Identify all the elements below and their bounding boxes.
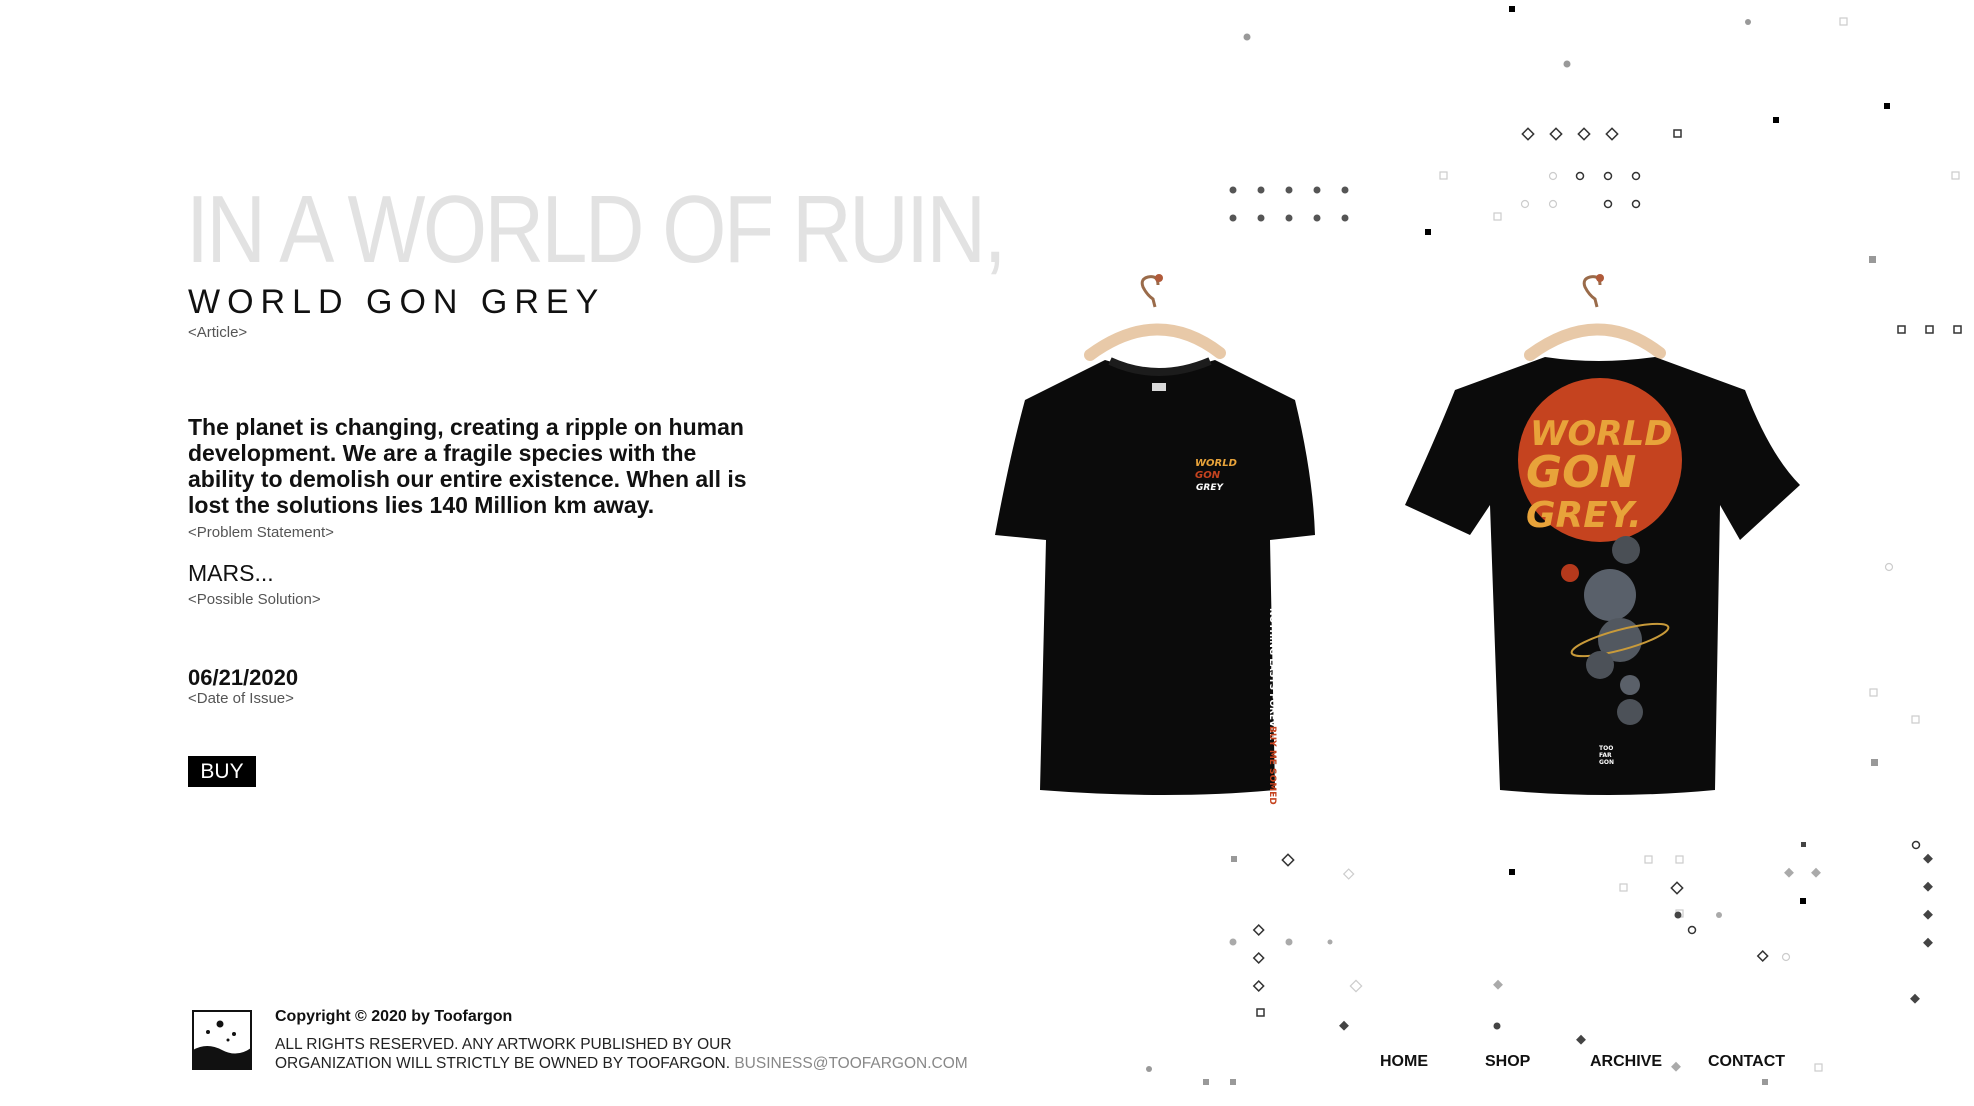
rights-notice: ALL RIGHTS RESERVED. ANY ARTWORK PUBLISH… (275, 1035, 968, 1073)
back-label-line3: GON (1599, 759, 1614, 766)
front-print-line3: GREY (1196, 483, 1224, 493)
toofargon-logo (192, 1010, 252, 1070)
nav-archive[interactable]: ARCHIVE (1590, 1053, 1662, 1071)
nav-home[interactable]: HOME (1380, 1053, 1428, 1071)
problem-statement-tag: <Problem Statement> (188, 524, 334, 541)
business-email-link[interactable]: BUSINESS@TOOFARGON.COM (734, 1055, 967, 1072)
nav-contact[interactable]: CONTACT (1708, 1053, 1785, 1071)
back-label-line1: TOO (1599, 745, 1613, 752)
front-print-line1: WORLD (1195, 458, 1237, 469)
rights-line-1: ALL RIGHTS RESERVED. ANY ARTWORK PUBLISH… (275, 1036, 732, 1053)
sleeve-print-accent: BUY ME SOMEDAY (1267, 726, 1277, 805)
hero-title: IN A WORLD OF RUIN, (186, 176, 1007, 283)
possible-solution-tag: <Possible Solution> (188, 591, 321, 608)
tshirt-product-image: WORLD GON GREY NOTHING LASTS FOREVER BUY… (995, 274, 1800, 805)
tshirt-back: WORLD GON GREY. TOO FAR GON (1405, 274, 1800, 795)
issue-date: 06/21/2020 (188, 665, 299, 690)
tshirt-front: WORLD GON GREY NOTHING LASTS FOREVER BUY… (995, 274, 1315, 805)
possible-solution: MARS... (188, 560, 274, 586)
problem-statement: The planet is changing, creating a rippl… (188, 414, 747, 518)
sleeve-print: NOTHING LASTS FOREVER (1267, 608, 1277, 740)
issue-date-tag: <Date of Issue> (188, 690, 294, 707)
back-label-line2: FAR (1599, 752, 1612, 759)
copyright-text: Copyright © 2020 by Toofargon (275, 1008, 513, 1025)
buy-button[interactable]: BUY (188, 756, 256, 787)
rights-line-2: ORGANIZATION WILL STRICTLY BE OWNED BY T… (275, 1055, 968, 1072)
back-print-line3: GREY. (1526, 495, 1642, 536)
article-tag: <Article> (188, 324, 248, 341)
back-print-line2: GON (1526, 447, 1636, 498)
nav-shop[interactable]: SHOP (1485, 1053, 1530, 1071)
article-title: WORLD GON GREY (188, 283, 606, 321)
front-print-line2: GON (1195, 470, 1221, 481)
